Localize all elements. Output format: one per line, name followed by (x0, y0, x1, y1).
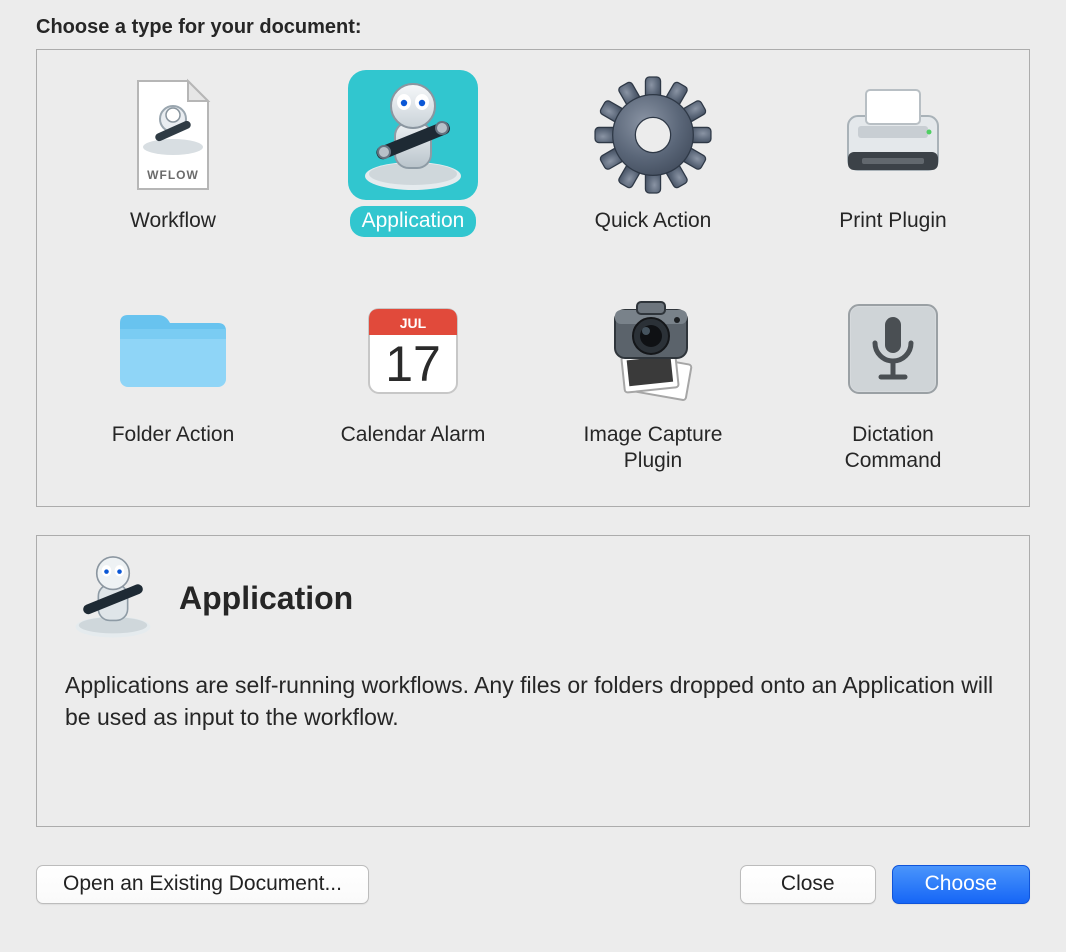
close-button[interactable]: Close (740, 865, 876, 904)
description-body: Applications are self-running workflows.… (65, 669, 1001, 733)
svg-text:WFLOW: WFLOW (147, 168, 199, 182)
calendar-day: 17 (385, 336, 441, 392)
gear-icon (588, 70, 718, 200)
dialog-heading: Choose a type for your document: (36, 16, 1030, 39)
type-calendar-alarm[interactable]: JUL 17 Calendar Alarm (297, 280, 529, 486)
type-print-plugin[interactable]: Print Plugin (777, 66, 1009, 272)
microphone-icon (828, 284, 958, 414)
automator-app-icon (348, 70, 478, 200)
printer-icon (828, 70, 958, 200)
type-label: Print Plugin (827, 206, 958, 237)
description-panel: Application Applications are self-runnin… (36, 535, 1030, 827)
type-label: Image Capture Plugin (553, 420, 753, 478)
type-quick-action[interactable]: Quick Action (537, 66, 769, 272)
document-type-grid: WFLOW Workflow (36, 49, 1030, 507)
type-label: Application (350, 206, 477, 237)
type-dictation-command[interactable]: Dictation Command (777, 280, 1009, 486)
type-image-capture-plugin[interactable]: Image Capture Plugin (537, 280, 769, 486)
type-label: Dictation Command (793, 420, 993, 478)
dialog-button-row: Open an Existing Document... Close Choos… (36, 865, 1030, 904)
description-title: Application (179, 580, 353, 617)
type-label: Folder Action (100, 420, 247, 451)
open-existing-document-button[interactable]: Open an Existing Document... (36, 865, 369, 904)
wflow-document-icon: WFLOW (108, 70, 238, 200)
calendar-icon: JUL 17 (348, 284, 478, 414)
calendar-month: JUL (400, 315, 427, 331)
type-label: Quick Action (583, 206, 724, 237)
automator-app-icon (65, 552, 161, 645)
type-folder-action[interactable]: Folder Action (57, 280, 289, 486)
type-application[interactable]: Application (297, 66, 529, 272)
type-workflow[interactable]: WFLOW Workflow (57, 66, 289, 272)
choose-button[interactable]: Choose (892, 865, 1030, 904)
folder-icon (108, 284, 238, 414)
type-label: Calendar Alarm (329, 420, 498, 451)
camera-icon (588, 284, 718, 414)
type-label: Workflow (118, 206, 228, 237)
